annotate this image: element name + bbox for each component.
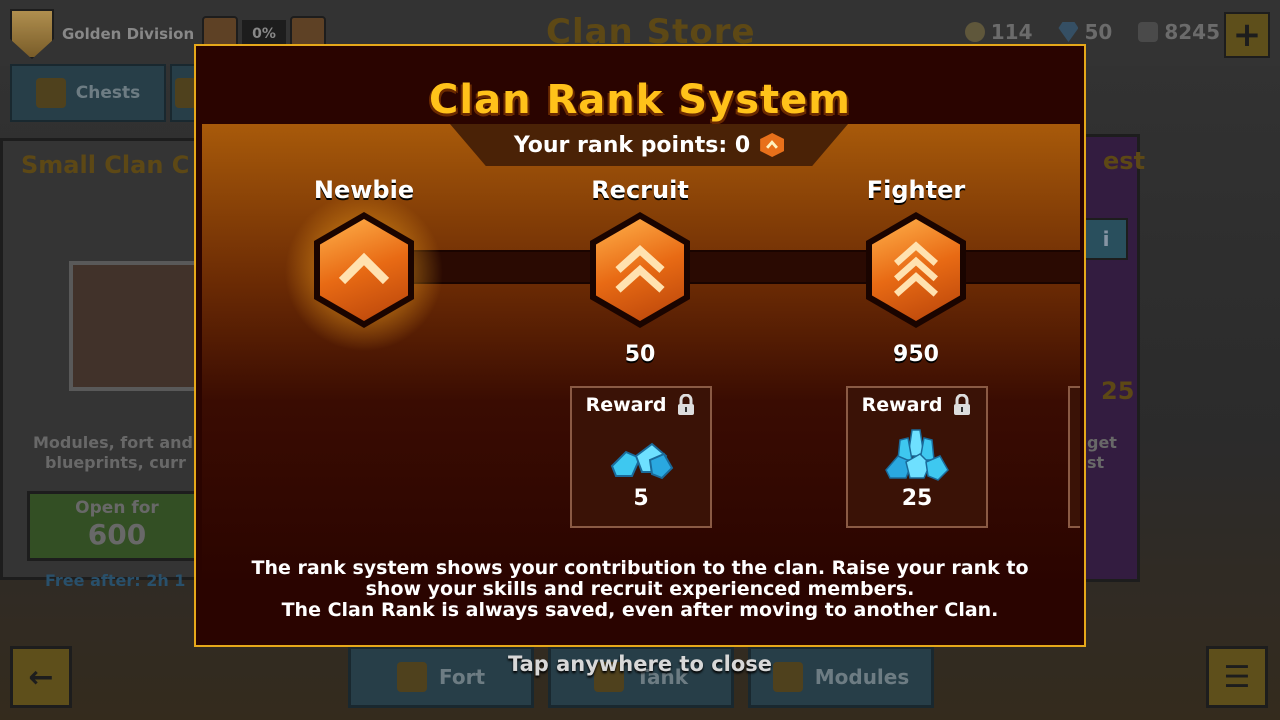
rank-newbie: Newbie — [274, 176, 454, 362]
rank-panel: Your rank points: 0 Newbie Recruit — [202, 124, 1080, 586]
reward-box[interactable]: Reward 25 — [846, 386, 988, 528]
large-gem-pile-icon — [885, 429, 949, 481]
rank-name: Fighter — [866, 176, 966, 204]
rank-requirement: 950 — [893, 342, 939, 367]
rank-name: Recruit — [591, 176, 689, 204]
rank-requirement: 50 — [624, 342, 656, 367]
lock-icon — [954, 394, 971, 415]
reward-label: Reward — [861, 394, 943, 416]
description-line: The Clan Rank is always saved, even afte… — [281, 599, 999, 621]
rank-description: The rank system shows your contribution … — [196, 558, 1084, 621]
description-line: show your skills and recruit experienced… — [365, 578, 915, 600]
reward-label: Reward — [585, 394, 667, 416]
lock-icon — [678, 394, 695, 415]
rank-chevron-icon — [760, 133, 785, 157]
reward-amount: 25 — [901, 486, 933, 511]
rank-badge — [590, 212, 690, 328]
reward-header: Reward — [848, 394, 986, 416]
reward-amount: 5 — [633, 486, 649, 511]
description-line: The rank system shows your contribution … — [251, 557, 1029, 579]
clan-rank-modal[interactable]: Clan Rank System Your rank points: 0 New… — [194, 44, 1086, 647]
rank-fighter: Fighter — [826, 176, 1006, 328]
reward-box[interactable]: Reward 5 — [570, 386, 712, 528]
modal-title: Clan Rank System — [429, 77, 851, 123]
rank-badge — [866, 212, 966, 328]
rank-points-banner: Your rank points: 0 — [450, 124, 848, 166]
rank-recruit: Recruit — [550, 176, 730, 328]
next-reward-box-partial — [1068, 386, 1080, 528]
tap-to-close-hint[interactable]: Tap anywhere to close — [0, 652, 1280, 676]
rank-badge — [274, 182, 454, 362]
small-gem-pile-icon — [610, 442, 674, 480]
reward-header: Reward — [572, 394, 710, 416]
rank-points-label: Your rank points: 0 — [513, 132, 751, 158]
